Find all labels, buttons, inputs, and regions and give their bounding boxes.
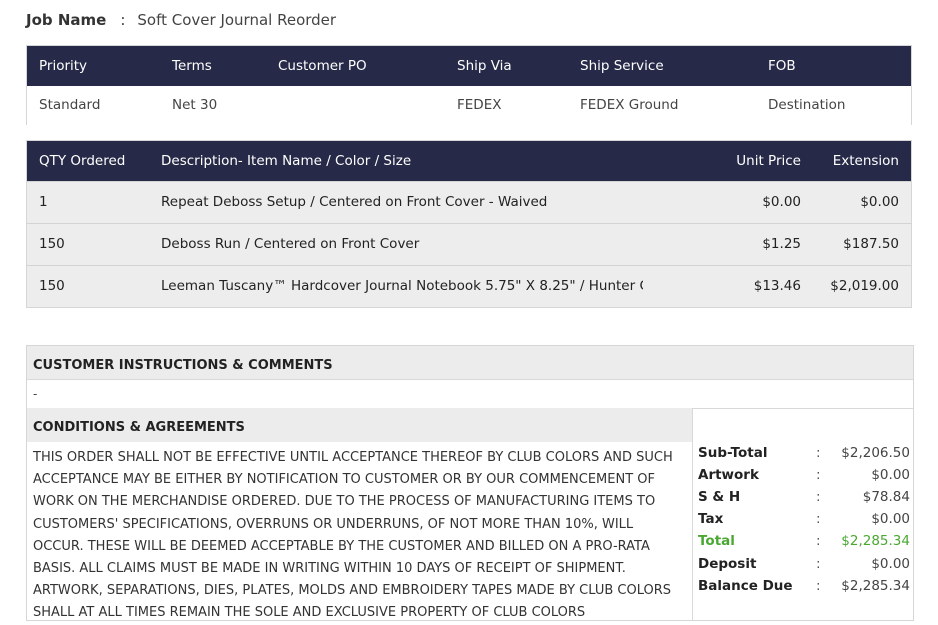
customer-comment: - bbox=[27, 379, 913, 409]
total-value: $0.00 bbox=[871, 556, 910, 572]
item-description: Leeman Tuscany™ Hardcover Journal Notebo… bbox=[161, 278, 643, 294]
job-name-value: Soft Cover Journal Reorder bbox=[137, 11, 337, 29]
table-row: 150 Leeman Tuscany™ Hardcover Journal No… bbox=[27, 265, 911, 307]
header-ship-service: Ship Service bbox=[580, 58, 664, 74]
job-name-separator: : bbox=[120, 11, 126, 29]
total-row-shipping: S & H: $78.84 bbox=[698, 489, 910, 511]
total-label: Sub-Total bbox=[698, 445, 768, 461]
total-label: S & H bbox=[698, 489, 741, 505]
item-unit-price: $13.46 bbox=[753, 278, 801, 294]
customer-instructions-title: CUSTOMER INSTRUCTIONS & COMMENTS bbox=[27, 346, 913, 379]
header-extension: Extension bbox=[832, 153, 899, 169]
total-label: Artwork bbox=[698, 467, 759, 483]
total-row-deposit: Deposit: $0.00 bbox=[698, 556, 910, 578]
value-ship-service: FEDEX Ground bbox=[580, 97, 679, 113]
total-value: $2,285.34 bbox=[841, 533, 910, 549]
value-terms: Net 30 bbox=[172, 97, 218, 113]
total-row-balance-due: Balance Due: $2,285.34 bbox=[698, 578, 910, 600]
total-row-total: Total: $2,285.34 bbox=[698, 533, 910, 555]
header-customer-po: Customer PO bbox=[278, 58, 367, 74]
total-value: $0.00 bbox=[871, 511, 910, 527]
job-name: Job Name: Soft Cover Journal Reorder bbox=[26, 11, 336, 29]
total-colon: : bbox=[816, 578, 821, 594]
value-ship-via: FEDEX bbox=[457, 97, 502, 113]
value-fob: Destination bbox=[768, 97, 846, 113]
item-unit-price: $0.00 bbox=[762, 194, 801, 210]
total-colon: : bbox=[816, 556, 821, 572]
total-colon: : bbox=[816, 489, 821, 505]
total-colon: : bbox=[816, 533, 821, 549]
conditions-title: CONDITIONS & AGREEMENTS bbox=[27, 408, 692, 442]
item-extension: $2,019.00 bbox=[830, 278, 899, 294]
header-qty: QTY Ordered bbox=[39, 153, 126, 169]
line-items-table: QTY Ordered Description- Item Name / Col… bbox=[26, 140, 912, 308]
shipping-table: Priority Terms Customer PO Ship Via Ship… bbox=[26, 45, 912, 125]
total-row-tax: Tax: $0.00 bbox=[698, 511, 910, 533]
header-unit-price: Unit Price bbox=[736, 153, 801, 169]
total-label: Total bbox=[698, 533, 735, 549]
item-unit-price: $1.25 bbox=[762, 236, 801, 252]
total-value: $78.84 bbox=[862, 489, 910, 505]
table-row: 150 Deboss Run / Centered on Front Cover… bbox=[27, 223, 911, 265]
shipping-header-row: Priority Terms Customer PO Ship Via Ship… bbox=[27, 46, 911, 86]
item-qty: 150 bbox=[39, 236, 65, 252]
total-value: $2,206.50 bbox=[841, 445, 910, 461]
total-colon: : bbox=[816, 445, 821, 461]
item-extension: $187.50 bbox=[843, 236, 899, 252]
total-label: Tax bbox=[698, 511, 724, 527]
value-priority: Standard bbox=[39, 97, 101, 113]
header-priority: Priority bbox=[39, 58, 88, 74]
customer-section: CUSTOMER INSTRUCTIONS & COMMENTS - CONDI… bbox=[26, 345, 914, 621]
header-ship-via: Ship Via bbox=[457, 58, 512, 74]
header-description: Description- Item Name / Color / Size bbox=[161, 153, 412, 169]
item-qty: 1 bbox=[39, 194, 48, 210]
items-header-row: QTY Ordered Description- Item Name / Col… bbox=[27, 141, 911, 181]
total-label: Deposit bbox=[698, 556, 757, 572]
total-value: $2,285.34 bbox=[841, 578, 910, 594]
total-row-subtotal: Sub-Total: $2,206.50 bbox=[698, 445, 910, 467]
item-qty: 150 bbox=[39, 278, 65, 294]
total-colon: : bbox=[816, 467, 821, 483]
total-row-artwork: Artwork: $0.00 bbox=[698, 467, 910, 489]
total-label: Balance Due bbox=[698, 578, 793, 594]
item-description: Deboss Run / Centered on Front Cover bbox=[161, 236, 420, 252]
item-extension: $0.00 bbox=[860, 194, 899, 210]
total-value: $0.00 bbox=[871, 467, 910, 483]
item-description: Repeat Deboss Setup / Centered on Front … bbox=[161, 194, 548, 210]
shipping-values-row: Standard Net 30 FEDEX FEDEX Ground Desti… bbox=[27, 86, 911, 125]
job-name-label: Job Name bbox=[26, 11, 107, 29]
totals-panel: Sub-Total: $2,206.50 Artwork: $0.00 S & H:… bbox=[692, 408, 914, 620]
total-colon: : bbox=[816, 511, 821, 527]
header-terms: Terms bbox=[172, 58, 212, 74]
conditions-section: CONDITIONS & AGREEMENTS THIS ORDER SHALL… bbox=[27, 408, 692, 625]
header-fob: FOB bbox=[768, 58, 796, 74]
table-row: 1 Repeat Deboss Setup / Centered on Fron… bbox=[27, 181, 911, 223]
conditions-text: THIS ORDER SHALL NOT BE EFFECTIVE UNTIL … bbox=[33, 450, 673, 621]
